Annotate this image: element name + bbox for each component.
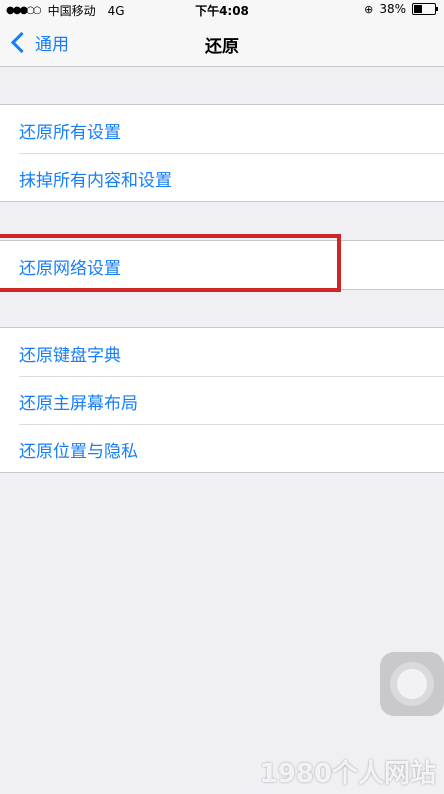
reset-all-settings-row[interactable]: 还原所有设置 bbox=[0, 105, 444, 153]
reset-group-1: 还原所有设置 抹掉所有内容和设置 bbox=[0, 104, 444, 202]
page-title: 还原 bbox=[205, 37, 239, 57]
status-bar: ●●●○○ 中国移动 4G 下午4:08 ⊕ 38% bbox=[0, 0, 444, 20]
navigation-bar: 通用 还原 bbox=[0, 20, 444, 67]
reset-home-screen-layout-row[interactable]: 还原主屏幕布局 bbox=[0, 376, 444, 424]
row-label: 抹掉所有内容和设置 bbox=[19, 171, 172, 191]
watermark: 1980个人网站 bbox=[259, 759, 436, 789]
battery-icon bbox=[412, 3, 438, 15]
reset-group-3: 还原键盘字典 还原主屏幕布局 还原位置与隐私 bbox=[0, 327, 444, 473]
row-label: 还原所有设置 bbox=[19, 123, 121, 143]
row-label: 还原键盘字典 bbox=[19, 346, 121, 366]
assistive-touch-inner-circle-icon bbox=[397, 669, 427, 699]
reset-location-privacy-row[interactable]: 还原位置与隐私 bbox=[0, 424, 444, 472]
reset-keyboard-dictionary-row[interactable]: 还原键盘字典 bbox=[0, 328, 444, 376]
battery-percent: 38% bbox=[379, 2, 406, 16]
assistive-touch-button[interactable] bbox=[380, 652, 444, 716]
row-label: 还原网络设置 bbox=[19, 259, 121, 279]
status-right: ⊕ 38% bbox=[364, 2, 438, 16]
erase-all-content-row[interactable]: 抹掉所有内容和设置 bbox=[0, 153, 444, 201]
row-label: 还原主屏幕布局 bbox=[19, 394, 138, 414]
reset-group-2: 还原网络设置 bbox=[0, 240, 444, 290]
reset-network-settings-row[interactable]: 还原网络设置 bbox=[0, 241, 444, 289]
row-label: 还原位置与隐私 bbox=[19, 442, 138, 462]
orientation-lock-icon: ⊕ bbox=[364, 2, 374, 16]
